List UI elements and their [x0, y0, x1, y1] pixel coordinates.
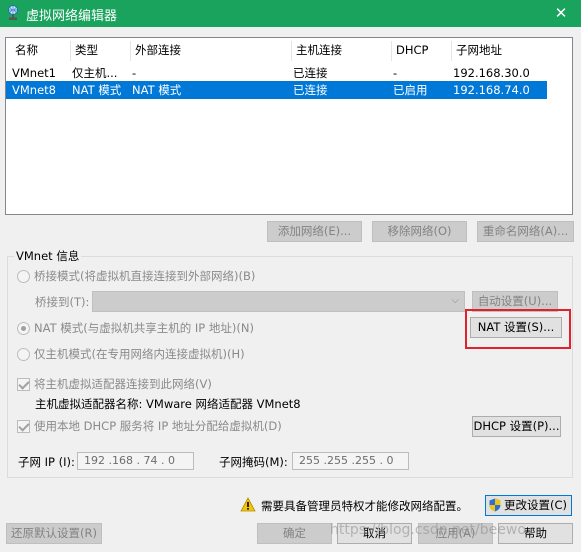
column-divider[interactable] — [70, 41, 71, 61]
adapter-name-text: 主机虚拟适配器名称: VMware 网络适配器 VMnet8 — [35, 397, 301, 411]
restore-defaults-button[interactable]: 还原默认设置(R) — [6, 523, 102, 544]
dhcp-settings-button[interactable]: DHCP 设置(P)... — [472, 416, 561, 437]
table-cell: NAT 模式 — [72, 83, 122, 97]
connect-adapter-label[interactable]: 将主机虚拟适配器连接到此网络(V) — [34, 376, 212, 392]
column-divider[interactable] — [130, 41, 131, 61]
table-row[interactable]: VMnet1 仅主机... - 已连接 - 192.168.30.0 — [6, 64, 547, 82]
watermark-text: https://blog.csdn.net/beewo... — [330, 522, 539, 538]
add-network-button[interactable]: 添加网络(E)... — [267, 221, 362, 242]
column-header[interactable]: 主机连接 — [293, 41, 389, 59]
vmware-network-icon — [8, 5, 18, 20]
bridge-mode-radio[interactable] — [17, 270, 30, 283]
table-cell: VMnet8 — [12, 83, 56, 97]
table-cell: - — [132, 66, 137, 80]
network-list-header: 名称 类型 外部连接 主机连接 DHCP 子网地址 — [6, 41, 547, 61]
subnet-mask-field[interactable]: 255 .255 .255 . 0 — [292, 452, 409, 470]
subnet-ip-label: 子网 IP (I): — [18, 455, 75, 469]
nat-mode-radio[interactable] — [17, 322, 30, 335]
close-button[interactable]: ✕ — [541, 0, 581, 27]
table-cell: 已启用 — [393, 83, 428, 97]
use-dhcp-label[interactable]: 使用本地 DHCP 服务将 IP 地址分配给虚拟机(D) — [34, 418, 282, 434]
vmnet-info-group — [7, 256, 573, 478]
change-settings-label: 更改设置(C) — [503, 498, 567, 512]
vmnet-info-label: VMnet 信息 — [14, 248, 82, 264]
table-cell: 192.168.74.0 — [453, 83, 530, 97]
table-cell: 已连接 — [293, 83, 328, 97]
bridge-to-label: 桥接到(T): — [35, 295, 90, 309]
use-dhcp-checkbox[interactable] — [17, 420, 30, 433]
nat-mode-label[interactable]: NAT 模式(与虚拟机共享主机的 IP 地址)(N) — [34, 320, 254, 336]
table-cell: VMnet1 — [12, 66, 56, 80]
ok-button[interactable]: 确定 — [257, 523, 332, 544]
table-row-selected[interactable]: VMnet8 NAT 模式 NAT 模式 已连接 已启用 192.168.74.… — [6, 81, 547, 99]
table-cell: 192.168.30.0 — [453, 66, 530, 80]
table-cell: 已连接 — [293, 66, 328, 80]
column-header[interactable]: 子网地址 — [453, 41, 547, 59]
warning-icon — [240, 497, 256, 512]
network-list[interactable]: 名称 类型 外部连接 主机连接 DHCP 子网地址 VMnet1 仅主机... … — [5, 37, 573, 215]
subnet-mask-label: 子网掩码(M): — [219, 455, 288, 469]
host-only-radio[interactable] — [17, 348, 30, 361]
bridge-to-select[interactable]: ⌵ — [92, 291, 465, 312]
table-cell: NAT 模式 — [132, 83, 182, 97]
chevron-down-icon: ⌵ — [451, 295, 459, 306]
table-cell: - — [393, 66, 398, 80]
column-divider[interactable] — [391, 41, 392, 61]
column-divider[interactable] — [451, 41, 452, 61]
shield-icon — [489, 498, 501, 512]
table-cell: 仅主机... — [72, 66, 118, 80]
connect-adapter-checkbox[interactable] — [17, 378, 30, 391]
column-header[interactable]: 类型 — [72, 41, 128, 59]
remove-network-button[interactable]: 移除网络(O) — [372, 221, 467, 242]
bridge-mode-label[interactable]: 桥接模式(将虚拟机直接连接到外部网络)(B) — [34, 268, 255, 284]
column-header[interactable]: DHCP — [393, 41, 451, 59]
rename-network-button[interactable]: 重命名网络(A)... — [477, 221, 574, 242]
host-only-label[interactable]: 仅主机模式(在专用网络内连接虚拟机)(H) — [34, 346, 245, 362]
column-header[interactable]: 名称 — [12, 41, 70, 59]
window-title: 虚拟网络编辑器 — [26, 9, 118, 24]
admin-notice-text: 需要具备管理员特权才能修改网络配置。 — [261, 499, 468, 513]
column-header[interactable]: 外部连接 — [132, 41, 290, 59]
title-bar: 虚拟网络编辑器 ✕ — [0, 0, 581, 27]
highlight-box — [465, 309, 571, 349]
subnet-ip-field[interactable]: 192 .168 . 74 . 0 — [77, 452, 194, 470]
column-divider[interactable] — [291, 41, 292, 61]
